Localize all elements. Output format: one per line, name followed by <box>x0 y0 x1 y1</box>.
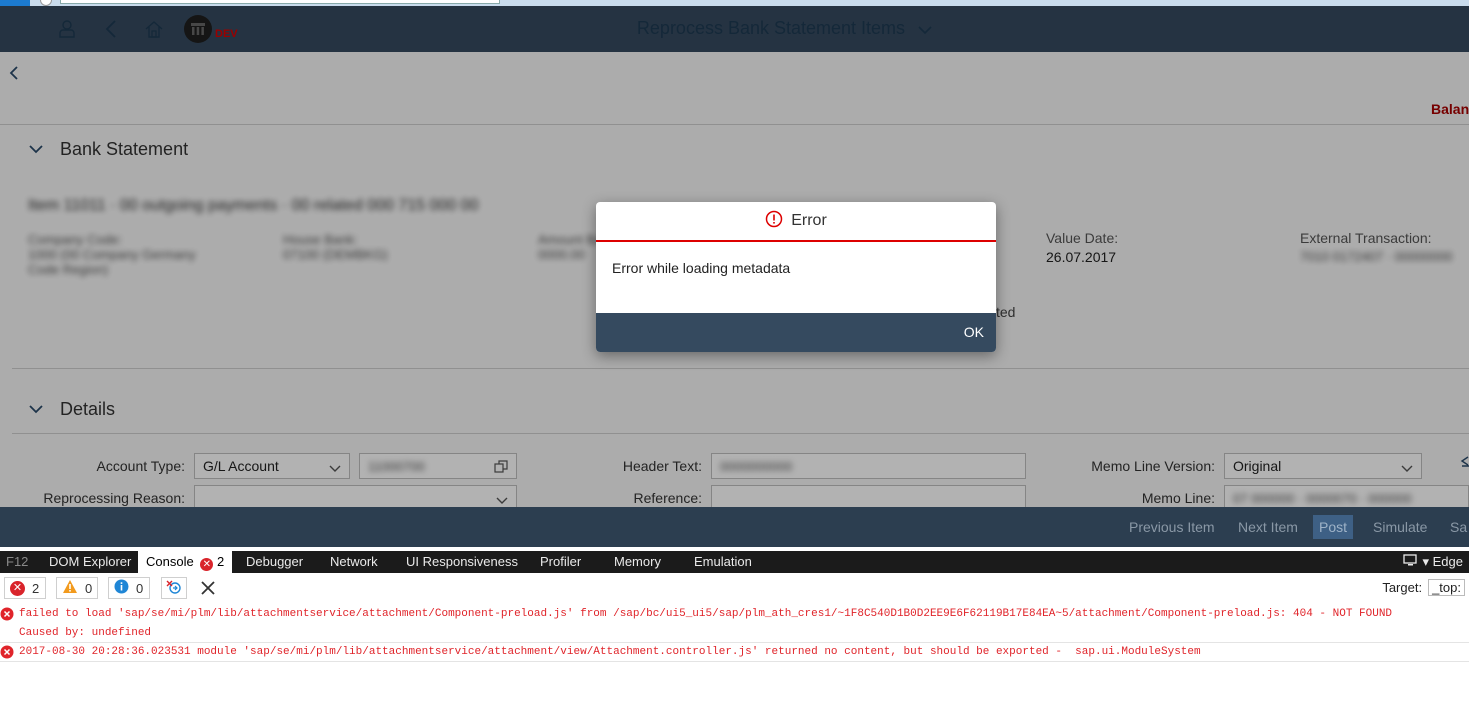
previous-item-button[interactable]: Previous Item <box>1123 515 1221 539</box>
devtools-tabbar: F12 DOM Explorer Console ✕ 2 Debugger Ne… <box>0 551 1469 573</box>
error-icon: ✕ <box>10 580 25 596</box>
info-icon <box>114 579 129 597</box>
error-dialog: Error Error while loading metadata OK <box>596 202 996 352</box>
console-error-count: 2 <box>216 554 225 569</box>
tab-ui-responsiveness[interactable]: UI Responsiveness <box>406 551 518 573</box>
console-log-entry[interactable]: 2017-08-30 20:28:36.023531 module 'sap/s… <box>0 644 1469 662</box>
target-selector[interactable]: Target: _top: <box>1382 579 1465 596</box>
simulate-button[interactable]: Simulate <box>1367 515 1433 539</box>
tab-debugger[interactable]: Debugger <box>246 551 303 573</box>
next-item-button[interactable]: Next Item <box>1232 515 1304 539</box>
clear-on-navigate-icon <box>165 579 183 598</box>
warning-icon <box>62 579 78 597</box>
footer-toolbar: Previous Item Next Item Post Simulate Sa <box>0 507 1469 547</box>
tab-profiler[interactable]: Profiler <box>540 551 581 573</box>
dialog-title: Error <box>791 212 827 229</box>
dialog-footer: OK <box>596 313 996 352</box>
console-toolbar: ✕ 2 0 0 Target: _top: <box>0 573 1469 603</box>
divider <box>0 642 1469 643</box>
tab-network[interactable]: Network <box>330 551 378 573</box>
error-icon <box>765 210 783 233</box>
filter-errors-button[interactable]: ✕ 2 <box>4 577 46 599</box>
tab-dom-explorer[interactable]: DOM Explorer <box>49 551 131 573</box>
clear-console-icon[interactable] <box>199 579 217 597</box>
filter-info-button[interactable]: 0 <box>108 577 150 599</box>
app-root: DEV Reprocess Bank Statement Items Balan… <box>0 0 1469 725</box>
error-count: 2 <box>32 580 40 596</box>
ok-button[interactable]: OK <box>964 324 984 340</box>
target-label: Target: <box>1382 580 1423 595</box>
devtools-f12-label: F12 <box>6 554 29 569</box>
filter-warnings-button[interactable]: 0 <box>56 577 98 599</box>
target-value[interactable]: _top: <box>1428 579 1465 596</box>
clear-on-navigate-button[interactable] <box>161 577 187 599</box>
tab-emulation[interactable]: Emulation <box>694 551 752 573</box>
browser-mode-selector[interactable]: ▾ Edge <box>1403 554 1463 570</box>
save-button[interactable]: Sa <box>1444 515 1469 539</box>
dialog-message: Error while loading metadata <box>612 260 791 276</box>
error-badge-icon: ✕ <box>200 558 214 571</box>
tab-console-label: Console <box>146 554 194 569</box>
dialog-header: Error <box>596 202 996 242</box>
error-icon <box>0 607 14 625</box>
console-log-entry[interactable]: failed to load 'sap/se/mi/plm/lib/attach… <box>0 606 1469 642</box>
info-count: 0 <box>136 580 144 596</box>
log-message: 2017-08-30 20:28:36.023531 module 'sap/s… <box>19 646 1201 658</box>
log-message: failed to load 'sap/se/mi/plm/lib/attach… <box>19 608 1393 620</box>
chevron-down-icon: ▾ <box>1422 554 1429 569</box>
monitor-icon <box>1403 554 1423 569</box>
tab-memory[interactable]: Memory <box>614 551 661 573</box>
divider <box>0 661 1469 662</box>
log-detail: Caused by: undefined <box>19 627 152 639</box>
tab-console[interactable]: Console ✕ 2 <box>138 551 233 573</box>
browser-address-bar[interactable] <box>60 0 500 4</box>
browser-mode-label: Edge <box>1432 554 1463 569</box>
warning-count: 0 <box>85 580 93 596</box>
post-button[interactable]: Post <box>1313 515 1354 539</box>
